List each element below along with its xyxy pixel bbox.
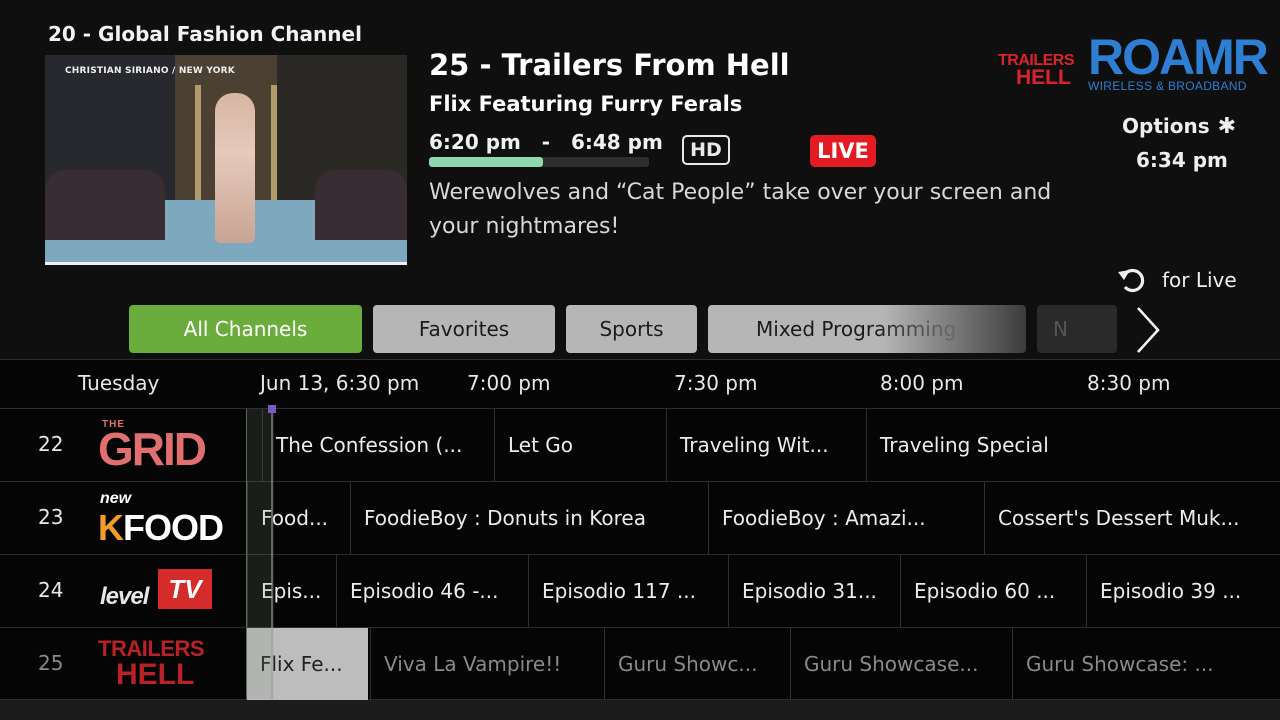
timeline-slot: 8:30 pm [1087, 371, 1171, 395]
channel-number: 25 [38, 651, 64, 675]
program-start-time: 6:20 pm [429, 130, 521, 154]
filter-all-channels[interactable]: All Channels [129, 305, 362, 353]
tfh-grid-logo-text: HELL [116, 658, 195, 691]
program-cell[interactable]: FoodieBoy : Amazi... [708, 482, 984, 554]
program-title: Flix Featuring Furry Ferals [429, 92, 743, 116]
program-cell[interactable]: Episodio 46 -... [336, 555, 528, 627]
current-time-marker [268, 405, 276, 413]
levelup-logo-text: level [100, 583, 149, 610]
preview-pillar [195, 85, 201, 205]
preview-audience-right [315, 170, 407, 240]
filter-mixed-programming-label: Mixed Programming [756, 317, 957, 341]
channel-number: 22 [38, 432, 64, 456]
kfood-logo[interactable]: new KFOOD [98, 490, 224, 548]
kfood-logo-text: KFOOD [98, 507, 224, 548]
program-cell[interactable]: Episodio 31... [728, 555, 900, 627]
program-end-time: 6:48 pm [570, 130, 663, 154]
program-cell[interactable]: Traveling Special [866, 409, 1280, 481]
program-cell[interactable]: Guru Showc... [604, 628, 790, 700]
roamr-logo-tagline: WIRELESS & BROADBAND [1088, 79, 1247, 93]
live-badge: LIVE [810, 135, 876, 167]
trailers-from-hell-logo: TRAILERS HELL [998, 52, 1078, 92]
program-cell[interactable]: Traveling Wit... [666, 409, 866, 481]
program-cell[interactable]: Episodio 39 ... [1086, 555, 1280, 627]
hd-badge: HD [682, 135, 730, 165]
timeline-header: Tuesday Jun 13, 6:30 pm 7:00 pm 7:30 pm … [0, 359, 1280, 409]
roamr-logo-name: ROAMR [1088, 29, 1269, 85]
filter-favorites[interactable]: Favorites [373, 305, 555, 353]
program-time-range: 6:20 pm - 6:48 pm [429, 130, 663, 154]
replay-icon [1118, 268, 1145, 293]
bottom-edge [0, 700, 1280, 720]
live-hint-text: for Live [1162, 268, 1237, 292]
timeline-slot: 8:00 pm [880, 371, 964, 395]
channel-row-24: 24 level TV Epis... Episodio 46 -... Epi… [0, 555, 1280, 628]
preview-model-figure [215, 93, 255, 243]
channel-row-22: 22 THE GRID The Confession (... Let Go T… [0, 409, 1280, 482]
chevron-right-icon[interactable] [1132, 305, 1162, 355]
current-time-line [271, 409, 273, 699]
current-time: 6:34 pm [1136, 148, 1228, 172]
kfood-logo-food: FOOD [123, 507, 224, 548]
filter-next-partial[interactable]: N [1037, 305, 1117, 353]
filter-mixed-programming[interactable]: Mixed Programming [708, 305, 1026, 353]
program-cell[interactable]: Guru Showcase: ... [1012, 628, 1252, 700]
program-description: Werewolves and “Cat People” take over yo… [429, 180, 1052, 239]
timeline-slot: 7:30 pm [674, 371, 758, 395]
live-preview-video[interactable]: CHRISTIAN SIRIANO / NEW YORK [45, 55, 407, 265]
program-cell[interactable]: Viva La Vampire!! [370, 628, 604, 700]
jump-to-live-hint[interactable]: for Live [1116, 266, 1237, 294]
tfh-grid-logo-top: TRAILERS [98, 636, 205, 661]
kfood-logo-new: new [100, 490, 132, 507]
program-progress-fill [429, 157, 544, 167]
kfood-logo-k: K [98, 507, 124, 548]
channel-number: 24 [38, 578, 64, 602]
options-button[interactable]: Options ✱ [1122, 114, 1236, 139]
current-time-indicator [246, 409, 274, 699]
options-label: Options [1122, 114, 1210, 138]
roamr-logo: ROAMR WIRELESS & BROADBAND [1088, 29, 1272, 93]
timeline-slot: 7:00 pm [467, 371, 551, 395]
levelup-logo-tv: TV [158, 569, 212, 609]
program-cell[interactable]: Guru Showcase... [790, 628, 1012, 700]
preview-caption: CHRISTIAN SIRIANO / NEW YORK [65, 66, 235, 76]
levelup-tv-logo[interactable]: level TV [98, 565, 216, 621]
program-cell[interactable]: Episodio 117 ... [528, 555, 728, 627]
the-grid-logo[interactable]: THE GRID [98, 419, 216, 475]
tv-guide-screen: 20 - Global Fashion Channel CHRISTIAN SI… [0, 0, 1280, 720]
preview-audience-left [45, 170, 165, 240]
program-channel-title: 25 - Trailers From Hell [429, 48, 790, 82]
channel-row-23: 23 new KFOOD Food... FoodieBoy : Donuts … [0, 482, 1280, 555]
program-cell[interactable]: Episodio 60 ... [900, 555, 1086, 627]
program-cell[interactable]: Cossert's Dessert Muk... [984, 482, 1280, 554]
preview-channel-title: 20 - Global Fashion Channel [48, 22, 362, 46]
time-separator: - [541, 130, 551, 154]
grid-logo-text: GRID [98, 423, 207, 475]
tfh-logo-line2: HELL [1016, 66, 1071, 89]
channel-number: 23 [38, 505, 64, 529]
program-cell[interactable]: Let Go [494, 409, 666, 481]
timeline-slot: Jun 13, 6:30 pm [260, 371, 420, 395]
trailers-from-hell-channel-logo[interactable]: TRAILERS HELL [98, 638, 216, 694]
program-progress-bar [429, 157, 649, 167]
filter-sports[interactable]: Sports [566, 305, 697, 353]
program-cell[interactable]: The Confession (... [262, 409, 494, 481]
program-cell[interactable]: FoodieBoy : Donuts in Korea [350, 482, 708, 554]
asterisk-icon: ✱ [1217, 114, 1237, 139]
preview-pillar [271, 85, 277, 205]
channel-row-25: 25 TRAILERS HELL Flix Fe... Viva La Vamp… [0, 628, 1280, 700]
timeline-day: Tuesday [78, 371, 160, 395]
